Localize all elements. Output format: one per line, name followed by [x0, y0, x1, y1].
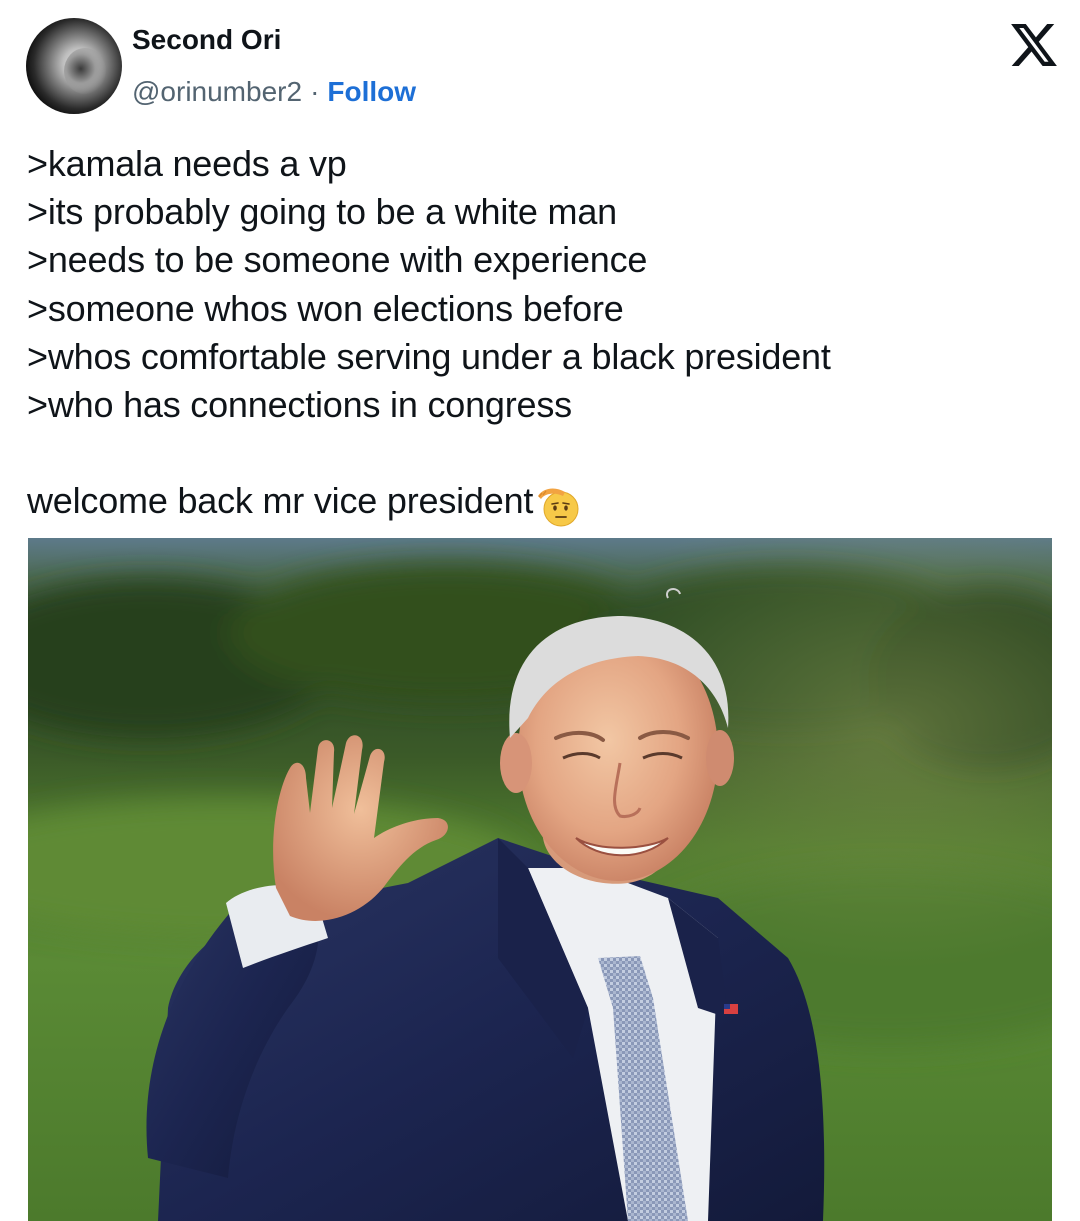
x-logo-icon[interactable]: [1011, 24, 1057, 66]
separator-dot: ·: [310, 76, 320, 107]
tweet-line: >whos comfortable serving under a black …: [27, 335, 831, 377]
author-handle[interactable]: @orinumber2: [132, 75, 302, 109]
tweet-photo[interactable]: [28, 538, 1052, 1221]
tweet-line: >its probably going to be a white man: [27, 191, 617, 233]
author-handle-row: @orinumber2 · Follow: [132, 75, 416, 109]
tweet-line: >who has connections in congress: [27, 383, 572, 425]
tweet-line: >someone whos won elections before: [27, 287, 624, 329]
author-display-name[interactable]: Second Ori: [132, 23, 416, 57]
tweet-card: Second Ori @orinumber2 · Follow >kamala …: [0, 0, 1080, 1221]
photo-waving-man-icon: [28, 538, 1052, 1221]
avatar-photo: [64, 48, 106, 94]
tweet-closing-line: welcome back mr vice president: [27, 477, 1047, 527]
tweet-text: >kamala needs a vp >its probably going t…: [27, 140, 1047, 527]
avatar[interactable]: [26, 18, 122, 114]
tweet-line: >kamala needs a vp: [27, 143, 347, 184]
tweet-line: >needs to be someone with experience: [27, 239, 648, 281]
author-identity: Second Ori @orinumber2 · Follow: [132, 18, 416, 114]
follow-button[interactable]: Follow: [327, 75, 416, 109]
saluting-face-icon: [538, 488, 579, 527]
tweet-header: Second Ori @orinumber2 · Follow: [26, 18, 416, 114]
tweet-closing-text: welcome back mr vice president: [27, 480, 534, 522]
